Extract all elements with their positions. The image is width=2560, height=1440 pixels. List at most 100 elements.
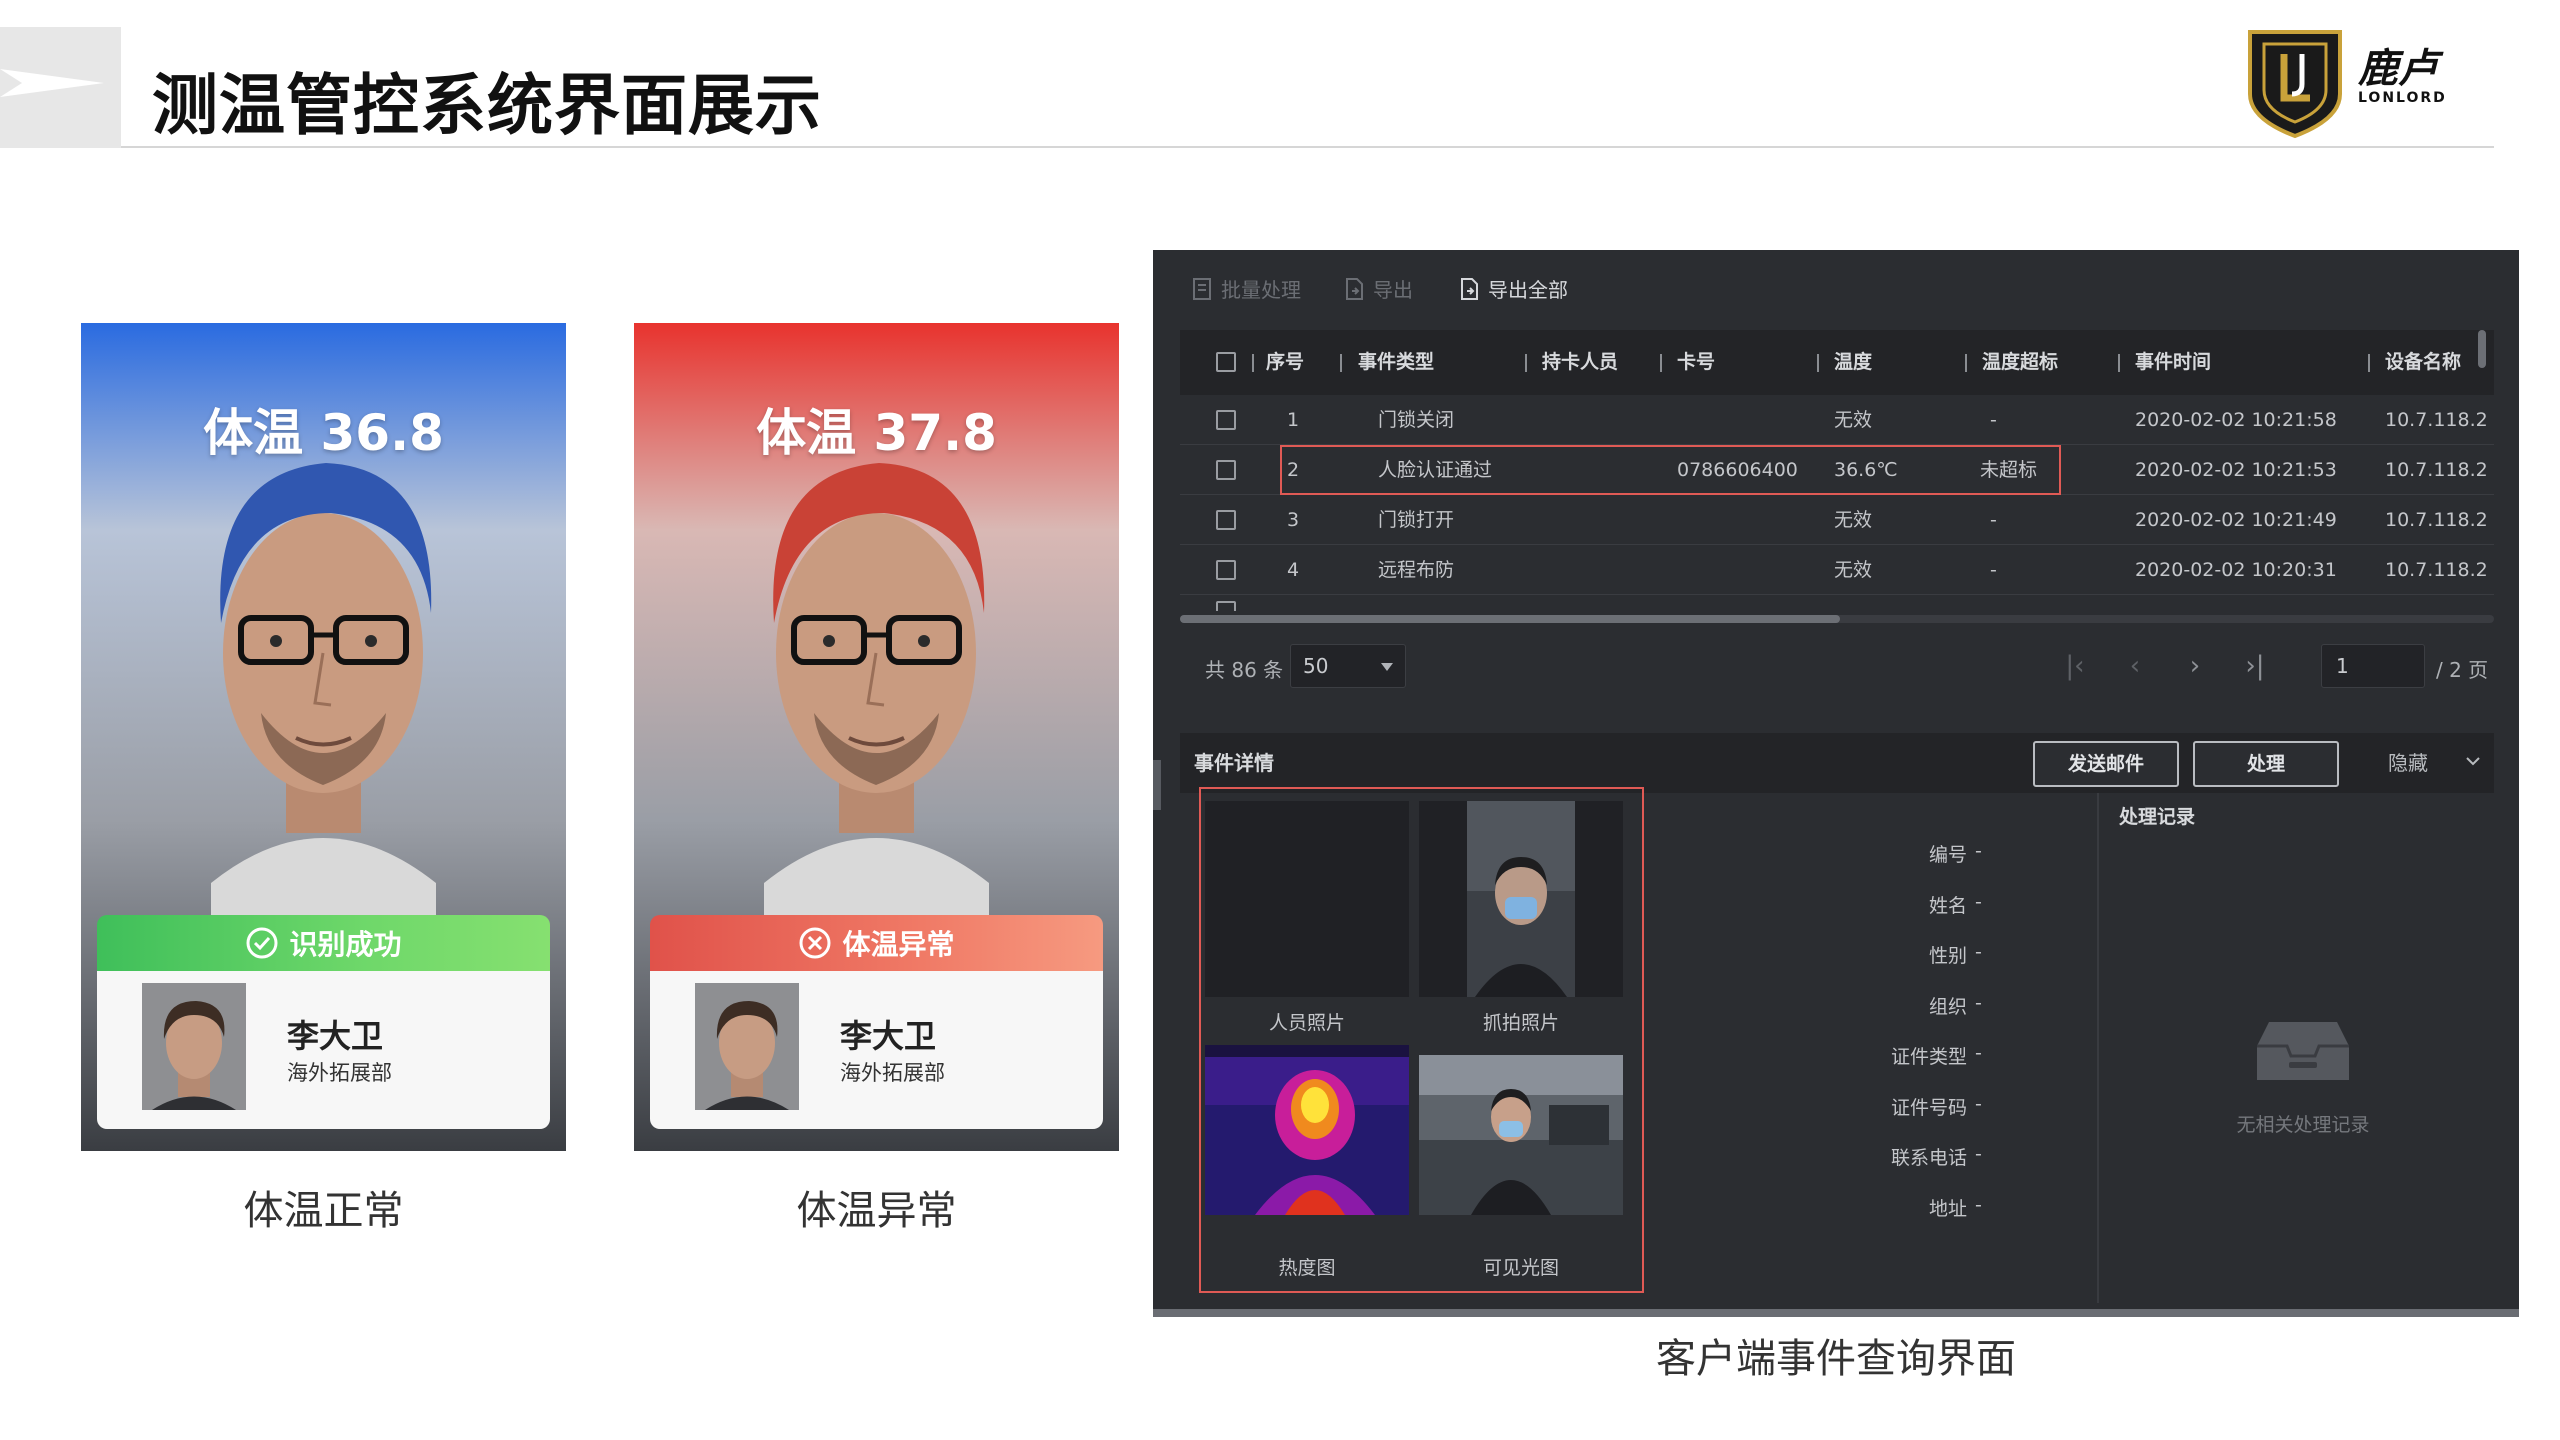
table-row[interactable]: 1 门锁关闭 无效 - 2020-02-02 10:21:58 10.7.118… [1180,395,2494,445]
client-caption: 客户端事件查询界面 [1656,1336,2016,1382]
field-label: 证件号码 [1890,1096,1967,1119]
person-department: 海外拓展部 [840,1061,945,1085]
detail-field: 联系电话 - [1753,1143,2093,1194]
visible-light-image [1419,1045,1623,1215]
field-label: 证件类型 [1890,1046,1967,1068]
send-email-button[interactable]: 发送邮件 [2033,741,2179,787]
column-separator [1965,354,1967,372]
column-header-event-type[interactable]: 事件类型 [1358,330,1434,395]
empty-records-text: 无相关处理记录 [2236,1114,2370,1136]
event-table: 序号 事件类型 持卡人员 卡号 温度 温度超标 事件时间 设备名称 1 门锁关闭… [1180,330,2494,611]
client-event-query-window: 批量处理 导出 导出全部 序号 事件类型 持卡人员 卡号 温度 温度超标 事件时… [1153,250,2519,1317]
person-photo[interactable] [1205,801,1409,997]
temperature-reading: 体温 36.8 [203,404,444,462]
row-checkbox[interactable] [1216,410,1236,430]
field-value: - [1975,840,1982,862]
temperature-card-normal: 体温 36.8 识别成功 李大卫 海外拓展部 [81,323,566,1151]
cell-over-limit: - [1990,409,1997,431]
cell-temperature: 无效 [1834,509,1873,531]
badge-label: 识别成功 [289,928,402,961]
field-label: 组织 [1928,995,1967,1018]
prev-page-icon[interactable]: ‹ [2120,648,2150,684]
row-checkbox[interactable] [1216,601,1236,611]
column-separator [1817,354,1819,372]
field-label: 性别 [1928,945,1967,967]
total-count: 共 86 条 [1205,658,1284,682]
column-header-no[interactable]: 序号 [1266,330,1304,395]
header-accent-block [0,27,121,148]
cell-no: 3 [1287,509,1300,531]
photo-panel: 人员照片 抓拍照片 热度图 可见光图 [1199,787,1644,1293]
cell-over-limit: - [1990,509,1997,531]
cell-card-no: 0786606400 [1677,459,1798,481]
cell-temperature: 无效 [1834,409,1873,431]
detail-field: 组织 - [1753,992,2093,1043]
cell-event-time: 2020-02-02 10:20:31 [2135,559,2337,581]
cell-event-type: 门锁打开 [1378,509,1455,531]
chevron-down-icon[interactable] [2465,753,2481,769]
cell-event-time: 2020-02-02 10:21:53 [2135,459,2337,481]
table-horizontal-scrollbar[interactable] [1180,615,2494,623]
export-button[interactable]: 导出 [1343,274,1413,303]
cell-no: 2 [1287,459,1300,481]
column-header-card-no[interactable]: 卡号 [1677,330,1715,395]
badge-label: 体温异常 [842,928,955,961]
column-separator [2368,354,2370,372]
table-row-selected[interactable]: 2 人脸认证通过 0786606400 36.6℃ 未超标 2020-02-02… [1180,445,2494,495]
process-records-title: 处理记录 [2119,806,2196,828]
capture-photo[interactable] [1419,801,1623,997]
cell-event-type: 远程布防 [1378,559,1455,581]
column-separator [1252,354,1254,372]
table-row[interactable]: 4 远程布防 无效 - 2020-02-02 10:20:31 10.7.118… [1180,545,2494,595]
logo-english-name: LONLORD [2358,90,2447,106]
row-checkbox[interactable] [1216,510,1236,530]
next-page-icon[interactable]: › [2180,648,2210,684]
column-header-event-time[interactable]: 事件时间 [2135,330,2211,395]
x-circle-icon [799,927,831,959]
field-label: 姓名 [1928,894,1967,917]
field-label: 地址 [1928,1197,1967,1220]
page-number-input[interactable]: 1 [2321,644,2425,688]
event-detail-title: 事件详情 [1194,751,1274,775]
field-value: - [1975,941,1982,963]
person-photo-label: 人员照片 [1268,1012,1345,1034]
cell-temperature: 36.6℃ [1834,459,1898,481]
page-size-select[interactable]: 50 [1290,644,1406,688]
detail-field: 地址 - [1753,1194,2093,1245]
row-checkbox[interactable] [1216,560,1236,580]
visible-light-photo[interactable] [1419,1045,1623,1215]
event-detail-header: 事件详情 发送邮件 处理 隐藏 [1180,733,2494,793]
capture-photo-label: 抓拍照片 [1482,1012,1559,1034]
column-header-over-limit[interactable]: 温度超标 [1982,330,2058,395]
cell-event-type: 人脸认证通过 [1378,459,1493,481]
batch-process-button[interactable]: 批量处理 [1191,274,1301,303]
pagination: 共 86 条 50 |‹ ‹ › ›| 1 / 2 页 [1153,640,2519,696]
card-caption-normal: 体温正常 [243,1188,404,1234]
empty-box-icon [2257,1022,2349,1080]
batch-process-label: 批量处理 [1221,278,1301,302]
column-header-device-name[interactable]: 设备名称 [2385,330,2461,395]
header-divider [121,146,2494,148]
person-name: 李大卫 [840,1017,937,1055]
column-header-card-holder[interactable]: 持卡人员 [1542,330,1618,395]
person-info-panel: 李大卫 海外拓展部 [650,971,1103,1129]
heat-map-photo[interactable] [1205,1045,1409,1215]
window-side-handle[interactable] [1153,760,1161,810]
select-all-checkbox[interactable] [1216,352,1236,372]
scrollbar-thumb[interactable] [1180,615,1840,623]
records-divider [2097,793,2099,1303]
column-header-temperature[interactable]: 温度 [1834,330,1872,395]
process-button[interactable]: 处理 [2193,741,2339,787]
row-checkbox[interactable] [1216,460,1236,480]
table-row[interactable]: 3 门锁打开 无效 - 2020-02-02 10:21:49 10.7.118… [1180,495,2494,545]
cell-device-name: 10.7.118.2 [2385,409,2488,431]
field-value: - [1975,991,1982,1014]
first-page-icon[interactable]: |‹ [2060,648,2090,684]
export-all-button[interactable]: 导出全部 [1458,274,1568,303]
table-vertical-scrollbar[interactable] [2478,330,2486,368]
field-value: - [1975,1193,1982,1216]
last-page-icon[interactable]: ›| [2240,648,2270,684]
toolbar: 批量处理 导出 导出全部 [1153,250,2519,330]
logo-chinese-name: 鹿卢 [2358,45,2438,92]
hide-toggle[interactable]: 隐藏 [2388,733,2428,793]
